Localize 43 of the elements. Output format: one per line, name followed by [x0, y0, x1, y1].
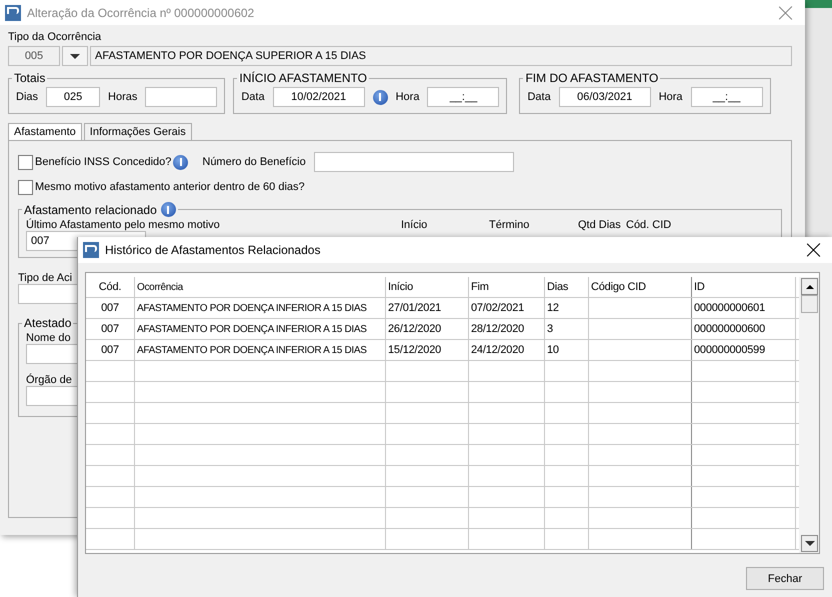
group-title: Atestado [23, 316, 72, 330]
window-title: Alteração da Ocorrência nº 000000000602 [27, 6, 256, 20]
table-cell: 3 [545, 319, 589, 339]
group-title: Totais [13, 71, 46, 85]
checkbox-label: Mesmo motivo afastamento anterior dentro de 60 dias? [35, 181, 305, 193]
table-cell: 000000000599 [692, 340, 796, 360]
field-label: Hora [396, 91, 420, 103]
table-cell: 007 [86, 298, 135, 318]
field-label: Tipo de Aci [18, 272, 72, 284]
field-label: Dias [16, 91, 38, 103]
field-label: Hora [658, 91, 683, 103]
column-header: Qtd Dias [578, 219, 622, 231]
column-header: Início [401, 219, 428, 231]
field-label: Data [241, 91, 265, 103]
table-cell: 12 [545, 298, 589, 318]
table-cell: 007 [86, 340, 135, 360]
dialog-title: Histórico de Afastamentos Relacionados [105, 243, 322, 257]
field-label: Data [527, 91, 551, 103]
column-header: Término [489, 219, 530, 231]
table-cell: 15/12/2020 [386, 340, 469, 360]
table-cell: 28/12/2020 [469, 319, 545, 339]
column-header: Cód. CID [626, 219, 672, 231]
table-cell: 26/12/2020 [386, 319, 469, 339]
field-label: Último Afastamento pelo mesmo motivo [26, 219, 221, 231]
checkbox-label: Benefício INSS Concedido? [35, 156, 172, 168]
field-label: Tipo da Ocorrência [8, 31, 102, 43]
group-title: Afastamento relacionado [24, 202, 157, 216]
table-cell: 000000000600 [692, 319, 796, 339]
group-title: INÍCIO AFASTAMENTO [238, 71, 368, 85]
table-cell: 24/12/2020 [469, 340, 545, 360]
field-label: Número do Benefício [202, 156, 306, 168]
table-cell: AFASTAMENTO POR DOENÇA INFERIOR A 15 DIAS [135, 340, 386, 360]
field-label: Horas [108, 91, 138, 103]
table-cell: 000000000601 [692, 298, 796, 318]
table-cell: 10 [545, 340, 589, 360]
table-cell: AFASTAMENTO POR DOENÇA INFERIOR A 15 DIAS [135, 298, 386, 318]
table-cell: AFASTAMENTO POR DOENÇA INFERIOR A 15 DIAS [135, 319, 386, 339]
table-cell: 27/01/2021 [386, 298, 469, 318]
table-cell: 007 [86, 319, 135, 339]
field-label: Órgão de [26, 374, 72, 386]
group-title: FIM DO AFASTAMENTO [524, 71, 660, 85]
table-cell: 07/02/2021 [469, 298, 545, 318]
field-label: Nome do [26, 332, 71, 344]
